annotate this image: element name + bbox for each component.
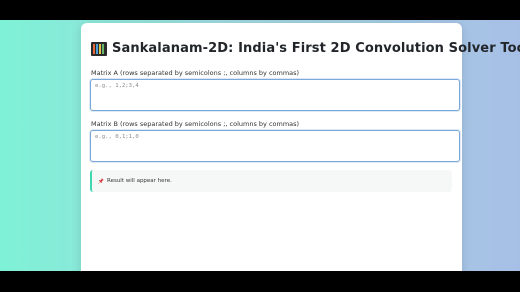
matrix-a-label: Matrix A (rows separated by semicolons ;… — [91, 69, 300, 77]
bottom-black-bar — [0, 271, 520, 292]
tool-card: Sankalanam-2D: India's First 2D Convolut… — [81, 23, 520, 271]
matrix-b-label: Matrix B (rows separated by semicolons ;… — [91, 120, 300, 128]
page-background: Sankalanam-2D: India's First 2D Convolut… — [0, 20, 520, 271]
result-box: Result will appear here. — [90, 170, 452, 192]
matrix-a-input[interactable] — [90, 79, 460, 111]
pushpin-icon — [98, 178, 104, 184]
page-title: Sankalanam-2D: India's First 2D Convolut… — [112, 41, 520, 56]
result-text: Result will appear here. — [107, 178, 172, 184]
matrix-b-input[interactable] — [90, 130, 460, 162]
abacus-icon — [91, 41, 107, 56]
page-header: Sankalanam-2D: India's First 2D Convolut… — [91, 41, 520, 56]
